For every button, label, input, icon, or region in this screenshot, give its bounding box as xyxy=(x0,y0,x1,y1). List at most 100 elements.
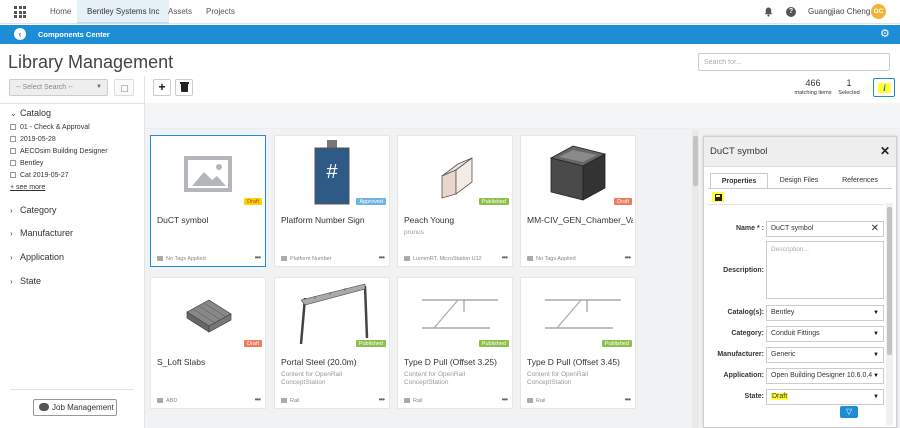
category-select[interactable]: Conduit Fittings ▼ xyxy=(766,326,884,342)
job-management-label: Job Management xyxy=(52,403,114,412)
checkbox[interactable] xyxy=(10,136,16,142)
status-badge: Published xyxy=(478,340,509,347)
component-card[interactable]: Draft MM-CIV_GEN_Chamber_Va... No Tags A… xyxy=(520,135,636,267)
catalog-item[interactable]: Bentley xyxy=(10,160,43,167)
help-icon[interactable]: ? xyxy=(786,7,796,17)
save-search-button[interactable] xyxy=(114,79,134,96)
tab-references[interactable]: References xyxy=(830,173,890,189)
component-card[interactable]: Published Peach Young prunus LumenRT, Mi… xyxy=(397,135,513,267)
tag-icon xyxy=(281,256,287,261)
card-tags: No Tags Applied xyxy=(157,256,206,262)
checkbox[interactable] xyxy=(10,148,16,154)
save-button[interactable] xyxy=(712,192,724,202)
settings-gear-icon[interactable]: ⚙ xyxy=(880,28,890,41)
checkbox[interactable] xyxy=(10,124,16,130)
more-options-icon[interactable]: ••• xyxy=(625,253,631,262)
status-badge: Published xyxy=(478,198,509,205)
more-options-icon[interactable]: ••• xyxy=(502,253,508,262)
card-tag-text: Platform Number xyxy=(290,256,332,262)
manufacturer-select[interactable]: Generic ▼ xyxy=(766,347,884,363)
checkbox[interactable] xyxy=(10,172,16,178)
card-title: S_Loft Slabs xyxy=(157,357,206,367)
nav-tab-projects[interactable]: Projects xyxy=(196,0,245,24)
application-section-header[interactable]: › Application xyxy=(10,252,64,262)
user-name[interactable]: Guangjiao Cheng xyxy=(808,0,870,24)
component-card[interactable]: Published Portal Steel (20.0m) Content f… xyxy=(274,277,390,409)
catalog-item[interactable]: 01 - Check & Approval xyxy=(10,124,90,131)
more-options-icon[interactable]: ••• xyxy=(502,395,508,404)
close-icon[interactable]: ✕ xyxy=(880,144,890,158)
card-tag-text: No Tags Applied xyxy=(536,256,576,262)
loft-slabs-thumbnail xyxy=(186,299,232,333)
apps-grid-icon[interactable] xyxy=(14,6,26,18)
status-badge: Draft xyxy=(244,198,262,205)
checkbox[interactable] xyxy=(10,160,16,166)
catalog-item[interactable]: 2019-05-28 xyxy=(10,136,56,143)
more-options-icon[interactable]: ••• xyxy=(255,395,261,404)
card-subtitle: prunus xyxy=(404,229,424,236)
application-select[interactable]: Open Building Designer 10.6.0.4 ▼ xyxy=(766,368,884,384)
state-section-label: State xyxy=(20,276,42,286)
chevron-down-icon: ▼ xyxy=(873,373,879,379)
more-options-icon[interactable]: ••• xyxy=(625,395,631,404)
card-tags: Rail xyxy=(404,398,422,404)
component-card[interactable]: Draft S_Loft Slabs ABD ••• xyxy=(150,277,266,409)
global-search-input[interactable] xyxy=(698,53,890,71)
more-options-icon[interactable]: ••• xyxy=(379,253,385,262)
info-button[interactable]: i xyxy=(873,78,895,97)
chevron-right-icon: › xyxy=(10,253,13,262)
catalog-item[interactable]: AECOsim Building Designer xyxy=(10,148,108,155)
user-avatar[interactable]: GC xyxy=(871,4,886,19)
state-section-header[interactable]: › State xyxy=(10,276,41,286)
app-back-icon[interactable]: ‹ xyxy=(14,28,26,40)
platform-sign-thumbnail: # xyxy=(314,140,350,205)
catalogs-select[interactable]: Bentley ▼ xyxy=(766,305,884,321)
scrollbar-thumb[interactable] xyxy=(887,207,892,355)
card-subtitle: Content for OpenRail ConceptStation xyxy=(404,371,466,386)
notification-bell-icon[interactable] xyxy=(764,7,773,17)
chevron-right-icon: › xyxy=(10,277,13,286)
job-management-button[interactable]: Job Management xyxy=(33,399,117,416)
chevron-down-icon: ▼ xyxy=(96,84,102,90)
filter-icon[interactable]: ▽ xyxy=(840,406,858,418)
more-options-icon[interactable]: ••• xyxy=(255,253,261,262)
delete-button[interactable] xyxy=(175,79,193,96)
category-section-header[interactable]: › Category xyxy=(10,205,57,215)
state-select[interactable]: Draft ▼ xyxy=(766,389,884,405)
component-card[interactable]: Published Type D Pull (Offset 3.25) Cont… xyxy=(397,277,513,409)
grid-scrollbar[interactable] xyxy=(692,130,699,428)
nav-tab-bentley-systems[interactable]: Bentley Systems Inc xyxy=(77,0,170,24)
top-navigation: Home Bentley Systems Inc Assets Projects… xyxy=(0,0,900,24)
component-card[interactable]: Draft DuCT symbol No Tags Applied ••• xyxy=(150,135,266,267)
name-field[interactable]: DuCT symbol ✕ xyxy=(766,221,884,237)
tab-properties[interactable]: Properties xyxy=(710,173,768,189)
clear-icon[interactable]: ✕ xyxy=(871,222,879,236)
manufacturer-section-header[interactable]: › Manufacturer xyxy=(10,228,73,238)
peach-tree-thumbnail xyxy=(441,157,473,199)
category-section-label: Category xyxy=(20,205,57,215)
chevron-down-icon: ▼ xyxy=(873,310,879,316)
chevron-down-icon: ▼ xyxy=(873,352,879,358)
tab-design-files[interactable]: Design Files xyxy=(770,173,828,189)
app-bar: ‹ Components Center ⚙ xyxy=(0,25,900,44)
component-card[interactable]: Published Type D Pull (Offset 3.45) Cont… xyxy=(520,277,636,409)
see-more-link[interactable]: + see more xyxy=(10,184,45,191)
details-scrollbar[interactable] xyxy=(886,203,893,425)
catalog-item[interactable]: Cat 2019-05-27 xyxy=(10,172,69,179)
more-options-icon[interactable]: ••• xyxy=(379,395,385,404)
catalog-item-label: AECOsim Building Designer xyxy=(20,148,108,155)
scrollbar-thumb[interactable] xyxy=(693,136,698,186)
nav-tab-home[interactable]: Home xyxy=(40,0,81,24)
floppy-save-icon xyxy=(714,193,722,201)
component-card[interactable]: # Approved Platform Number Sign Platform… xyxy=(274,135,390,267)
saved-search-select[interactable]: -- Select Search -- ▼ xyxy=(9,79,108,96)
selected-label: Selected xyxy=(838,90,860,96)
cloud-gear-icon xyxy=(39,403,49,411)
chevron-down-icon: ▼ xyxy=(873,394,879,400)
toolbar-divider xyxy=(708,204,884,205)
card-title: DuCT symbol xyxy=(157,215,209,225)
description-field[interactable]: Description... xyxy=(766,241,884,299)
tag-icon xyxy=(157,398,163,403)
catalog-section-header[interactable]: ⌄ Catalog xyxy=(10,108,51,118)
add-button[interactable]: + xyxy=(153,79,171,96)
